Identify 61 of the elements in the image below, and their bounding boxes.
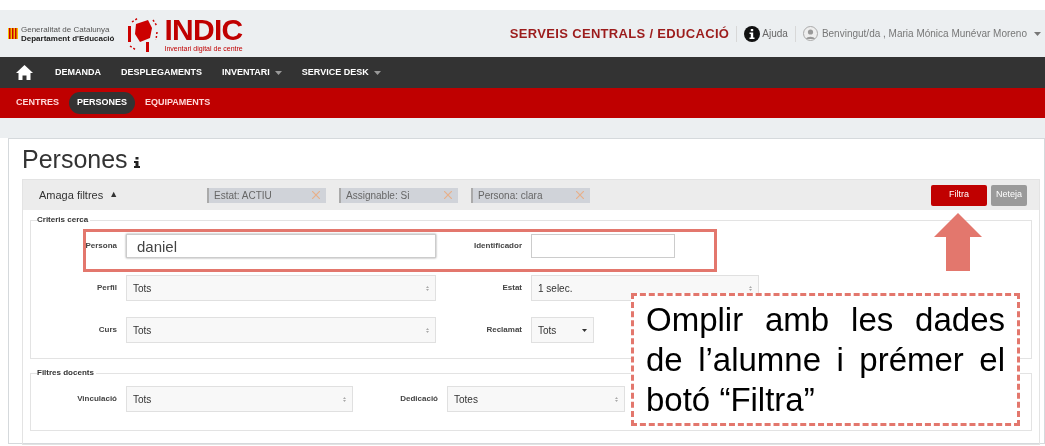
subnav-tab[interactable]: PERSONES: [69, 92, 136, 114]
nav-item[interactable]: DESPLEGAMENTS: [121, 65, 202, 80]
field-label: Estat: [501, 282, 523, 294]
caret-icon: [582, 328, 587, 332]
info-icon: [133, 156, 140, 168]
close-icon[interactable]: [444, 191, 452, 199]
field-label: Identificador: [473, 240, 523, 252]
nav-item[interactable]: DEMANDA: [55, 65, 101, 80]
field-label: Dedicació: [399, 393, 439, 405]
sort-arrows-icon: [615, 396, 618, 402]
sort-arrows-icon: [426, 327, 429, 333]
user-greeting: Benvingut/da , Maria Mónica Munévar Moreno: [821, 27, 1027, 41]
filter-tag-label: Persona: clara: [478, 188, 543, 203]
select-field[interactable]: Tots: [126, 317, 436, 343]
map-logo-icon: [126, 15, 161, 52]
close-icon[interactable]: [312, 191, 320, 199]
help-link[interactable]: Ajuda: [762, 26, 788, 41]
nav-item[interactable]: INVENTARI: [222, 65, 282, 80]
org-name-line: Generalitat de Catalunya: [21, 24, 110, 34]
nav-item[interactable]: SERVICE DESK: [301, 65, 381, 80]
info-icon[interactable]: [744, 25, 761, 42]
app-name: INDIC: [164, 15, 243, 45]
instruction-tooltip: Omplir amb les dades de l’alumne i prémer el botó “Filtra”: [631, 293, 1020, 426]
select-value: Tots: [538, 323, 557, 338]
triangle-icon: ▲: [109, 188, 119, 202]
select-field[interactable]: Totes: [447, 386, 625, 412]
arrow-icon: [934, 213, 982, 271]
caret-icon[interactable]: [1034, 31, 1041, 36]
select-value: Totes: [454, 392, 478, 407]
close-icon[interactable]: [576, 191, 584, 199]
filter-tag-label: Assignable: Si: [346, 188, 410, 203]
user-avatar-icon[interactable]: [802, 26, 818, 41]
flag-icon: [8, 28, 18, 39]
org-name-line: Departament d'Educació: [21, 33, 115, 43]
select-value: 1 selec.: [538, 281, 573, 296]
sort-arrows-icon: [749, 285, 752, 291]
field-label: Reclamat: [485, 324, 523, 336]
org-title: SERVEIS CENTRALS / EDUCACIÓ: [509, 24, 730, 43]
caret-icon: [274, 70, 282, 75]
sort-arrows-icon: [343, 396, 346, 402]
field-label: Curs: [97, 324, 118, 336]
caret-icon: [373, 70, 381, 75]
subnav-tab[interactable]: CENTRES: [8, 92, 67, 114]
select-field[interactable]: Tots: [531, 317, 594, 343]
select-value: Tots: [133, 281, 152, 296]
select-field[interactable]: Tots: [126, 386, 353, 412]
select-value: Tots: [133, 392, 152, 407]
subnav-tab[interactable]: EQUIPAMENTS: [137, 92, 219, 114]
sort-arrows-icon: [426, 285, 429, 291]
field-label: Persona: [84, 240, 118, 252]
page-title: Persones: [22, 144, 128, 176]
filter-button[interactable]: Filtra: [931, 184, 987, 206]
filters-toggle[interactable]: Amaga filtres ▲: [39, 186, 207, 204]
select-value: Tots: [133, 323, 152, 338]
select-field[interactable]: Tots: [126, 275, 436, 301]
home-icon[interactable]: [16, 65, 33, 80]
field-label: Perfil: [96, 282, 118, 294]
field-label: Vinculació: [76, 393, 118, 405]
text-field[interactable]: daniel: [126, 234, 436, 258]
filter-tag-label: Estat: ACTIU: [214, 188, 272, 203]
text-field[interactable]: [531, 234, 675, 258]
